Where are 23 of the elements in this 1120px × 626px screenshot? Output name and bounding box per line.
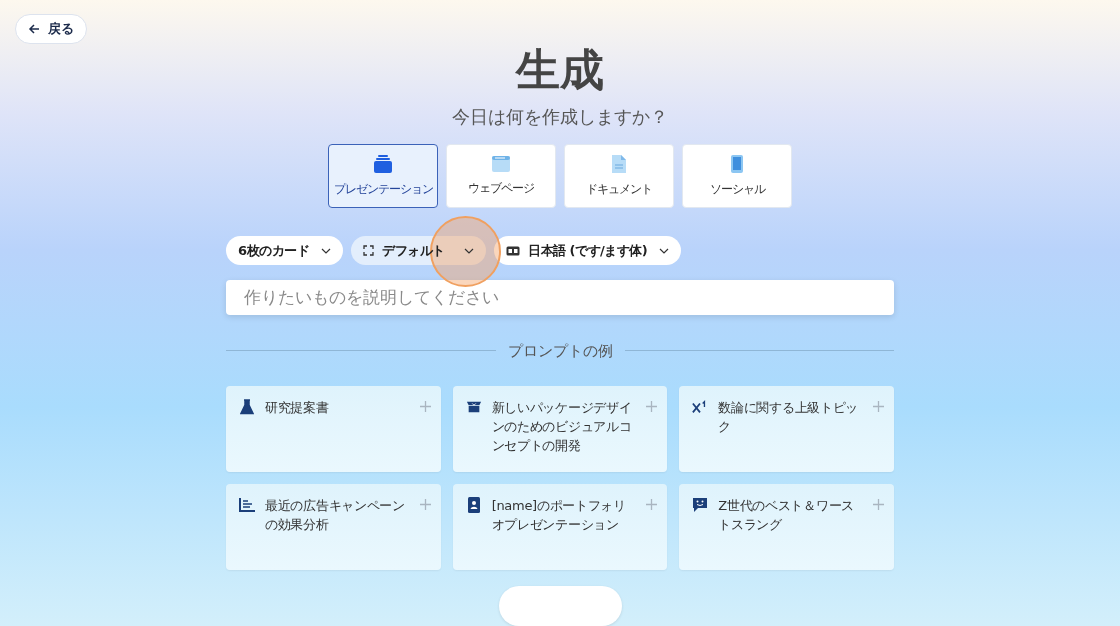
prompt-input[interactable]: 作りたいものを説明してください xyxy=(226,280,894,315)
card-text: 最近の広告キャンペーンの効果分析 xyxy=(265,497,406,534)
card-text: [name]のポートフォリオプレゼンテーション xyxy=(491,497,627,534)
type-tab[interactable]: ドキュメント xyxy=(564,144,674,208)
example-card[interactable]: 最近の広告キャンペーンの効果分析 xyxy=(226,484,441,570)
subtitle: 今日は何を作成しますか？ xyxy=(452,105,668,129)
type-tab[interactable]: ソーシャル xyxy=(682,144,792,208)
example-card[interactable]: Z世代のベスト＆ワーストスラング xyxy=(679,484,894,570)
example-card[interactable]: 数論に関する上級トピック xyxy=(679,386,894,472)
type-tab[interactable]: ウェブページ xyxy=(446,144,556,208)
dropdown-button[interactable]: 6枚のカード xyxy=(226,236,344,265)
card-text: Z世代のベスト＆ワーストスラング xyxy=(718,497,855,534)
example-card[interactable]: 研究提案書 xyxy=(226,386,441,472)
section-heading: プロンプトの例 xyxy=(507,340,613,362)
back-button[interactable]: 戻る xyxy=(15,14,87,44)
example-card[interactable]: 新しいパッケージデザインのためのビジュアルコンセプトの開発 xyxy=(452,386,668,472)
example-card[interactable]: [name]のポートフォリオプレゼンテーション xyxy=(452,484,668,570)
card-text: 新しいパッケージデザインのためのビジュアルコンセプトの開発 xyxy=(491,399,633,455)
card-text: 研究提案書 xyxy=(265,399,330,417)
type-tab[interactable]: プレゼンテーション xyxy=(328,144,438,208)
page-title: 生成 xyxy=(516,43,604,97)
dropdown-button[interactable]: 日本語 (です/ます体) xyxy=(494,236,682,265)
card-text: 数論に関する上級トピック xyxy=(718,399,860,436)
